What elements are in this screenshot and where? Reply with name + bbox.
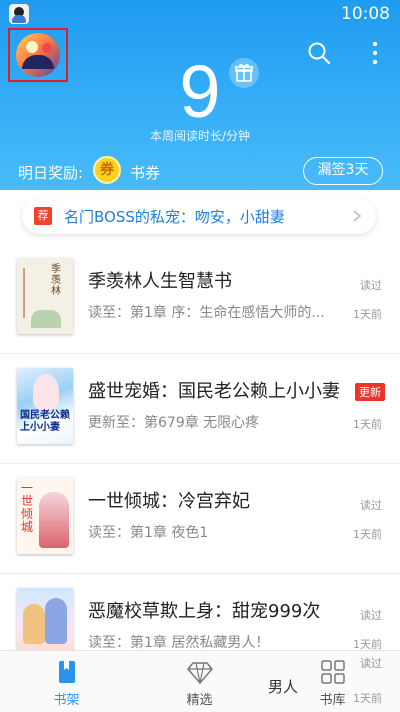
gift-button[interactable]	[229, 58, 259, 88]
coupon-label: 书券	[130, 164, 161, 182]
last-read-time: 1天前	[353, 418, 382, 431]
bottom-tab-bar: 书架 精选 书库	[0, 650, 400, 712]
diamond-icon	[187, 662, 213, 685]
bookshelf-icon	[59, 661, 75, 683]
search-icon	[308, 42, 331, 65]
read-status: 读过	[360, 499, 382, 512]
tab-featured[interactable]: 精选	[133, 651, 266, 712]
recommend-banner[interactable]: 荐 名门BOSS的私宠：吻安，小甜妻	[22, 198, 376, 234]
book-title: 恶魔校草欺上身：甜宠999次	[88, 601, 321, 622]
last-read-time: 1天前	[353, 308, 382, 321]
book-progress: 更新至：第679章 无限心疼	[88, 415, 260, 431]
reward-label: 明日奖励:	[18, 164, 84, 182]
coupon-coin-icon: 券	[93, 156, 121, 184]
book-row[interactable]: 季羡林 季羡林人生智慧书 读至：第1章 序：生命在感悟大师的... 读过 1天前	[0, 244, 400, 354]
status-bar: 10:08	[0, 0, 400, 28]
book-progress: 读至：第1章 序：生命在感悟大师的...	[88, 305, 325, 321]
book-title: 盛世宠婚：国民老公赖上小小妻	[88, 381, 340, 402]
recommend-tag: 荐	[34, 207, 52, 225]
header-banner: 10:08 9 本周阅读时长/分钟 明日奖励: 券 书券 漏签3天	[0, 0, 400, 190]
missed-checkin-button[interactable]: 漏签3天	[303, 157, 383, 185]
weekly-reading-label: 本周阅读时长/分钟	[149, 129, 251, 143]
book-row[interactable]: 国民老公赖上小小妻 盛世宠婚：国民老公赖上小小妻 更新至：第679章 无限心疼 …	[0, 354, 400, 464]
book-cover: 一世倾城	[17, 478, 73, 554]
book-cover: 国民老公赖上小小妻	[17, 368, 73, 444]
search-button[interactable]	[306, 40, 332, 66]
weekly-reading-minutes: 9	[179, 50, 221, 133]
gift-icon	[235, 64, 253, 82]
tab-label: 精选	[186, 693, 213, 708]
avatar-button[interactable]	[8, 28, 68, 82]
book-progress: 读至：第1章 夜色1	[88, 525, 209, 541]
update-badge: 更新	[355, 383, 385, 401]
last-read-time: 1天前	[353, 692, 382, 705]
grid-icon	[321, 660, 345, 684]
qq-notification-icon	[9, 4, 29, 24]
read-status: 读过	[360, 279, 382, 292]
read-status: 读过	[360, 609, 382, 622]
overlapping-subtitle-text: 男人	[268, 678, 299, 696]
avatar	[16, 33, 60, 77]
last-read-time: 1天前	[353, 528, 382, 541]
status-time: 10:08	[341, 4, 390, 24]
tab-label: 书架	[53, 693, 80, 708]
more-menu-button[interactable]	[362, 40, 388, 66]
book-title: 一世倾城：冷宫弃妃	[88, 491, 250, 512]
tab-bookshelf[interactable]: 书架	[0, 651, 133, 712]
book-title: 季羡林人生智慧书	[88, 271, 232, 292]
chevron-right-icon	[353, 210, 362, 222]
recommend-text: 名门BOSS的私宠：吻安，小甜妻	[64, 208, 285, 226]
book-progress: 读至：第1章 居然私藏男人！	[88, 635, 270, 651]
book-cover: 季羡林	[17, 258, 73, 334]
read-status: 读过	[360, 657, 382, 670]
more-vertical-icon	[372, 41, 378, 65]
book-row[interactable]: 一世倾城 一世倾城：冷宫弃妃 读至：第1章 夜色1 读过 1天前	[0, 464, 400, 574]
